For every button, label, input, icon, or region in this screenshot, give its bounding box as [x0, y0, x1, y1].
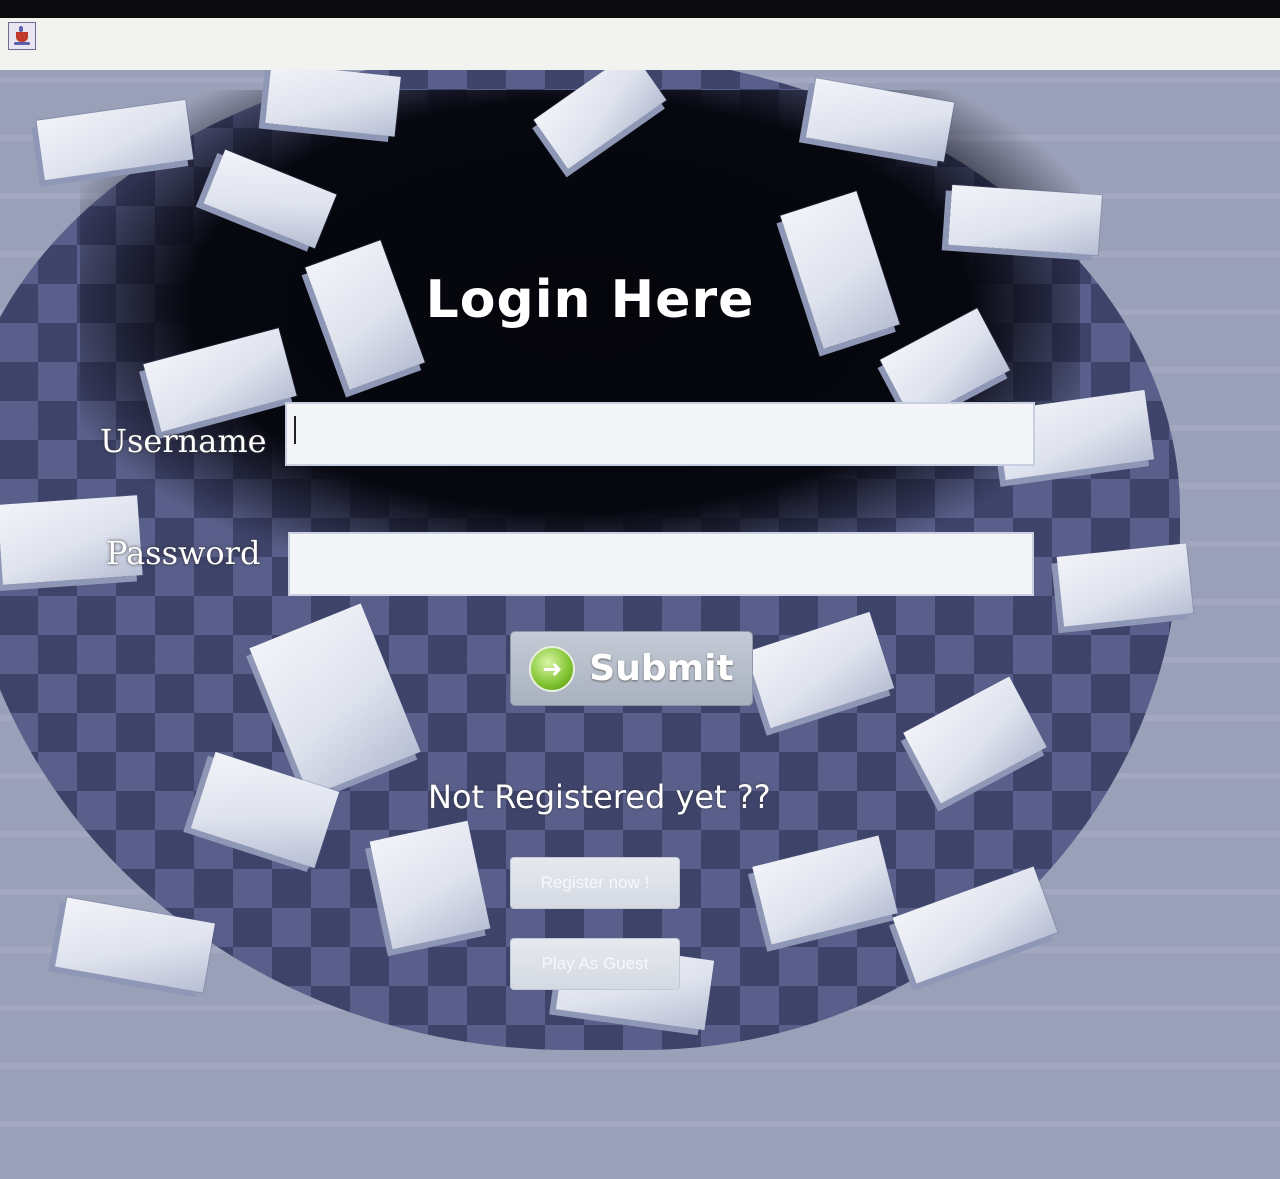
password-label: Password — [106, 534, 261, 572]
brick — [948, 184, 1102, 256]
play-as-guest-button[interactable]: Play As Guest — [510, 938, 680, 990]
arrow-right-circle-icon — [529, 645, 576, 692]
register-button[interactable]: Register now ! — [510, 857, 680, 909]
submit-label: Submit — [589, 648, 734, 689]
submit-button[interactable]: Submit — [510, 631, 753, 706]
text-caret — [294, 416, 296, 444]
username-label: Username — [100, 422, 267, 460]
brick — [1056, 543, 1194, 627]
not-registered-text: Not Registered yet ?? — [428, 778, 771, 816]
page-title: Login Here — [425, 270, 755, 330]
background-scene: Login Here Username Password Submit Not … — [0, 70, 1280, 1179]
password-input[interactable] — [288, 532, 1034, 596]
top-strip — [0, 0, 1280, 18]
window-titlebar — [0, 18, 1280, 71]
username-input[interactable] — [285, 402, 1035, 466]
java-cup-icon — [8, 22, 36, 50]
